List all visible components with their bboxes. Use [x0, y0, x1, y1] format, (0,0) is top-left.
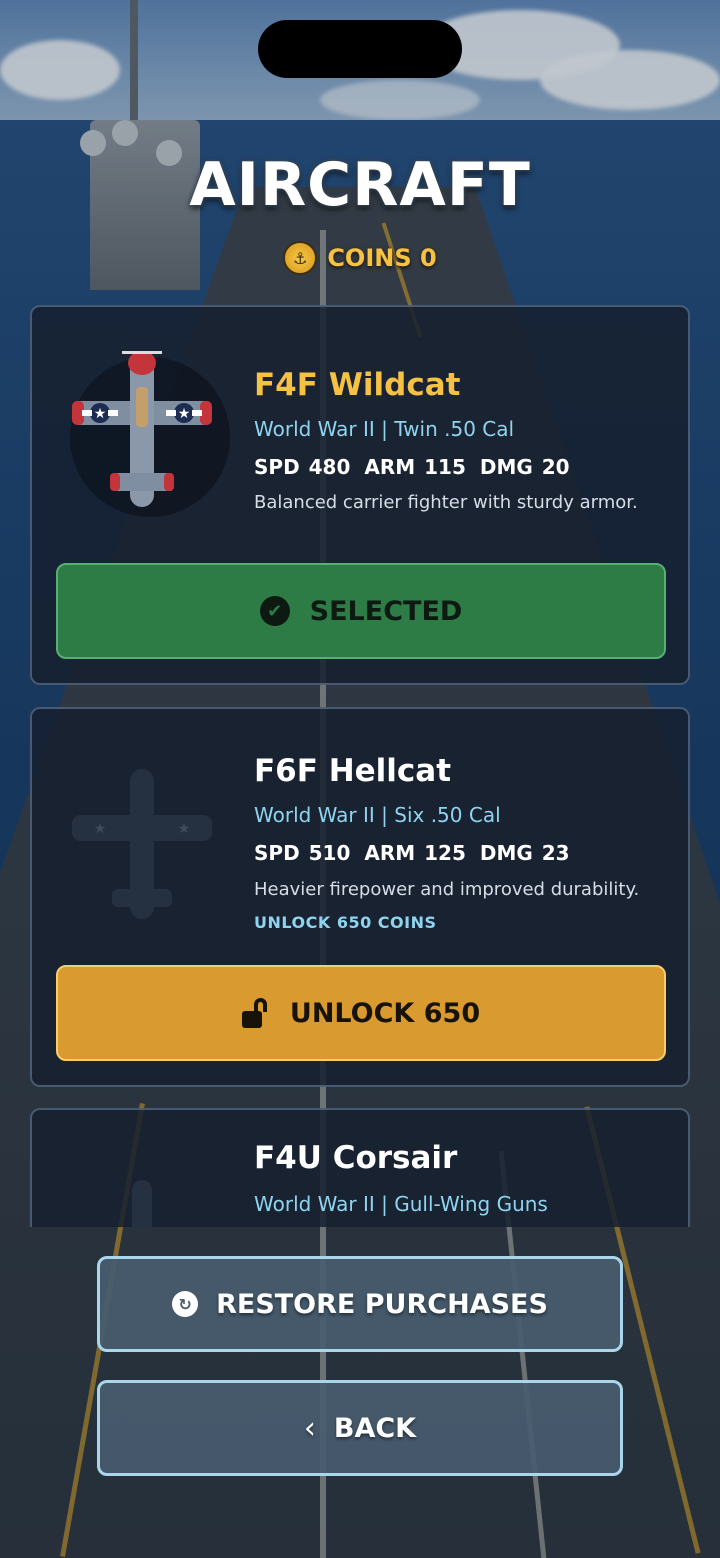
selected-button[interactable]: ✔ SELECTED: [56, 563, 666, 659]
anchor-coin-icon: ⚓: [283, 241, 318, 275]
f4u-corsair-plane-icon: ★ ★: [132, 1180, 152, 1227]
unlock-icon: [241, 998, 270, 1028]
aircraft-stats: SPD 480 ARM 115 DMG 20: [254, 455, 584, 479]
unlock-button[interactable]: UNLOCK 650: [56, 965, 666, 1061]
aircraft-card: ★ ★ F4F Wildcat World War II | Twin .50 …: [30, 305, 690, 685]
aircraft-card: ★ ★ F4U Corsair World War II | Gull-Wing…: [30, 1108, 690, 1227]
back-button[interactable]: ‹ BACK: [97, 1380, 623, 1476]
aircraft-name: F4F Wildcat: [254, 367, 461, 403]
aircraft-thumbnail: ★ ★: [52, 1140, 232, 1227]
svg-text:★: ★: [94, 821, 107, 837]
aircraft-subtitle: World War II | Twin .50 Cal: [254, 417, 515, 441]
unlock-button-label: UNLOCK 650: [289, 997, 481, 1029]
restore-icon: ↻: [172, 1291, 199, 1317]
aircraft-subtitle: World War II | Six .50 Cal: [254, 803, 501, 827]
aircraft-stats: SPD 510 ARM 125 DMG 23: [254, 841, 584, 865]
chevron-left-icon: ‹: [303, 1410, 316, 1446]
aircraft-list[interactable]: ★ ★ F4F Wildcat World War II | Twin .50 …: [0, 305, 720, 1227]
aircraft-thumbnail: ★ ★: [52, 337, 232, 517]
restore-purchases-label: RESTORE PURCHASES: [216, 1288, 548, 1320]
aircraft-description: Heavier firepower and improved durabilit…: [254, 879, 640, 900]
selected-button-label: SELECTED: [309, 595, 463, 627]
aircraft-thumbnail: ★ ★: [52, 739, 232, 919]
svg-text:★: ★: [94, 406, 107, 422]
check-badge-icon: ✔: [259, 596, 290, 626]
stat-armor: ARM 115: [364, 455, 466, 479]
coin-balance: ⚓ COINS 0: [0, 240, 720, 276]
restore-purchases-button[interactable]: ↻ RESTORE PURCHASES: [97, 1256, 623, 1352]
camera-notch: [258, 20, 462, 78]
f6f-hellcat-plane-icon: ★ ★: [72, 769, 212, 919]
stat-speed: SPD 480: [254, 455, 351, 479]
svg-text:★: ★: [178, 406, 191, 422]
unlock-cost-note: UNLOCK 650 COINS: [254, 913, 437, 932]
svg-text:★: ★: [178, 821, 191, 837]
stat-damage: DMG 20: [479, 455, 570, 479]
aircraft-name: F6F Hellcat: [254, 753, 452, 789]
back-button-label: BACK: [333, 1412, 417, 1444]
page-title: AIRCRAFT: [189, 150, 531, 220]
coin-balance-label: COINS 0: [327, 244, 437, 272]
aircraft-description: Balanced carrier fighter with sturdy arm…: [254, 492, 638, 513]
aircraft-name: F4U Corsair: [254, 1140, 458, 1176]
aircraft-card: ★ ★ F6F Hellcat World War II | Six .50 C…: [30, 707, 690, 1087]
stat-armor: ARM 125: [364, 841, 466, 865]
aircraft-subtitle: World War II | Gull-Wing Guns: [254, 1192, 548, 1216]
stat-damage: DMG 23: [479, 841, 570, 865]
stat-speed: SPD 510: [254, 841, 351, 865]
f4f-wildcat-plane-icon: ★ ★: [72, 351, 212, 507]
